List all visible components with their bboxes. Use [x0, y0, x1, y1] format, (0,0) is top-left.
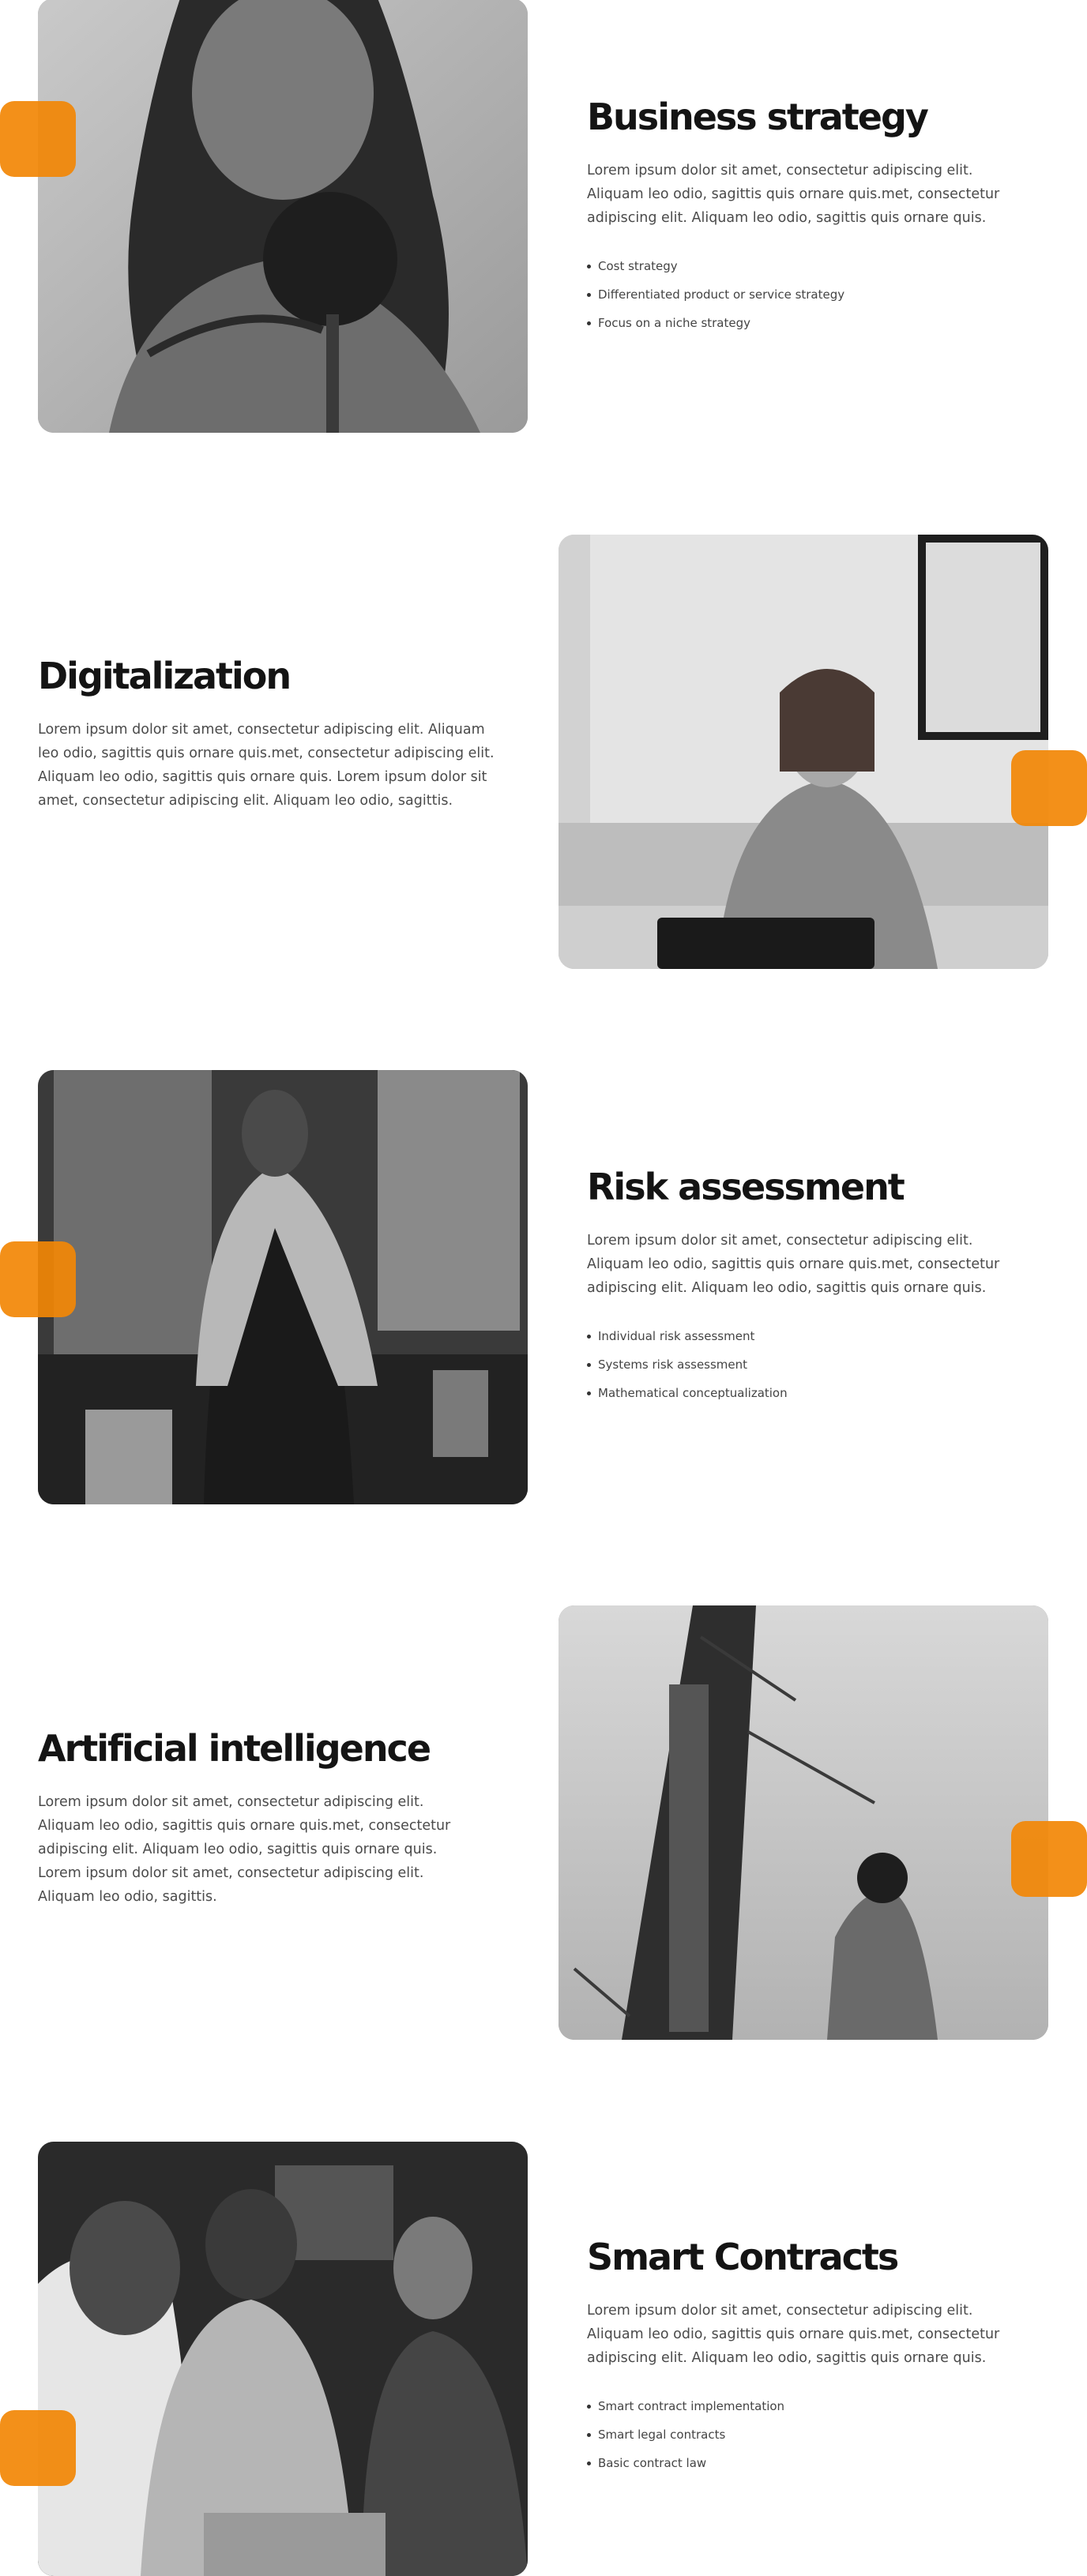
bullet-item: Cost strategy — [587, 252, 1029, 280]
accent-square-2 — [1011, 750, 1087, 826]
section-4-photo — [559, 1605, 1048, 2040]
section-5-heading: Smart Contracts — [587, 2236, 899, 2278]
section-3-text: Risk assessment Lorem ipsum dolor sit am… — [587, 1166, 1029, 1407]
section-2-photo — [559, 535, 1048, 969]
bullet-item: Systems risk assessment — [587, 1350, 1029, 1379]
bullet-item: Basic contract law — [587, 2449, 1029, 2477]
woman-microphone-image — [38, 0, 528, 433]
accent-square-1 — [0, 101, 76, 177]
accent-square-4 — [1011, 1821, 1087, 1897]
section-2-heading: Digitalization — [38, 655, 291, 697]
section-5-paragraph: Lorem ipsum dolor sit amet, consectetur … — [587, 2302, 1000, 2366]
man-storefront-image — [38, 1070, 528, 1504]
section-1-bullet-list: Cost strategy Differentiated product or … — [587, 252, 1029, 337]
section-1-heading: Business strategy — [587, 96, 929, 138]
section-1-text: Business strategy Lorem ipsum dolor sit … — [587, 96, 1029, 337]
section-5-bullet-list: Smart contract implementation Smart lega… — [587, 2392, 1029, 2477]
woman-laptop-image — [559, 535, 1048, 969]
section-2-text: Digitalization Lorem ipsum dolor sit ame… — [38, 655, 496, 813]
section-5-photo — [38, 2142, 528, 2576]
section-4-heading: Artificial intelligence — [38, 1727, 431, 1770]
section-4-text: Artificial intelligence Lorem ipsum dolo… — [38, 1728, 480, 1909]
bullet-item: Individual risk assessment — [587, 1322, 1029, 1350]
bullet-item: Smart contract implementation — [587, 2392, 1029, 2420]
section-1-photo — [38, 0, 528, 433]
accent-square-3 — [0, 1241, 76, 1317]
bullet-item: Differentiated product or service strate… — [587, 280, 1029, 309]
tower-person-image — [559, 1605, 1048, 2040]
section-3-paragraph: Lorem ipsum dolor sit amet, consectetur … — [587, 1232, 1000, 1296]
section-3-heading: Risk assessment — [587, 1166, 905, 1208]
team-meeting-image — [38, 2142, 528, 2576]
section-3-photo — [38, 1070, 528, 1504]
section-5-text: Smart Contracts Lorem ipsum dolor sit am… — [587, 2236, 1029, 2477]
accent-square-5 — [0, 2410, 76, 2486]
bullet-item: Smart legal contracts — [587, 2420, 1029, 2449]
section-1-paragraph: Lorem ipsum dolor sit amet, consectetur … — [587, 162, 1000, 226]
bullet-item: Mathematical conceptualization — [587, 1379, 1029, 1407]
section-2-paragraph: Lorem ipsum dolor sit amet, consectetur … — [38, 721, 495, 809]
section-3-bullet-list: Individual risk assessment Systems risk … — [587, 1322, 1029, 1407]
bullet-item: Focus on a niche strategy — [587, 309, 1029, 337]
section-4-paragraph: Lorem ipsum dolor sit amet, consectetur … — [38, 1793, 451, 1905]
